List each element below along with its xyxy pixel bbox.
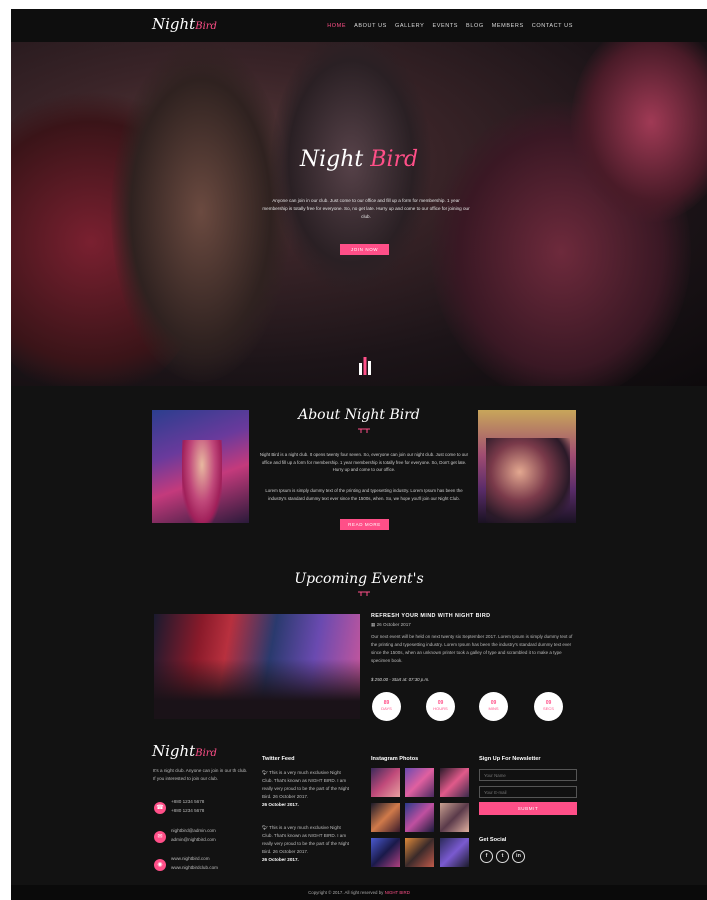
globe-icon: ◉: [154, 859, 166, 871]
footer-about-text: It's a night club. Anyone can join in ou…: [153, 768, 248, 781]
countdown-hours-unit: HOURS: [433, 706, 448, 711]
main-nav: HOME ABOUT US GALLERY EVENTS BLOG MEMBER…: [327, 23, 573, 29]
twitter-feed-title: Twitter Feed: [262, 756, 295, 762]
copyright-text: Copyright © 2017. All right reserved by: [308, 890, 384, 895]
logo-main: Night: [152, 15, 196, 33]
instagram-photo[interactable]: [405, 803, 434, 832]
footer-web-2[interactable]: www.nightbirdclub.com: [171, 864, 218, 872]
event-date-text: 26 October 2017: [376, 622, 411, 627]
tweet-2-text: This is a very much exclusive Night Club…: [262, 825, 350, 854]
calendar-icon: ▦: [371, 622, 376, 627]
about-photo-left: [152, 410, 249, 523]
tweet-1: 🐦︎ This is a very much exclusive Night C…: [262, 769, 350, 809]
newsletter-title: Sign Up For Newsletter: [479, 756, 541, 762]
footer-logo[interactable]: NightBird: [152, 742, 217, 760]
instagram-photo[interactable]: [371, 838, 400, 867]
instagram-photo[interactable]: [405, 838, 434, 867]
phone-icon: ☎: [154, 802, 166, 814]
tweet-1-text: This is a very much exclusive Night Club…: [262, 770, 350, 799]
instagram-title: Instagram Photos: [371, 756, 419, 762]
hero-text: Anyone can join in our club. Just come t…: [262, 198, 470, 219]
email-icon: ✉: [154, 831, 166, 843]
nav-events[interactable]: EVENTS: [432, 23, 458, 29]
instagram-photo[interactable]: [371, 768, 400, 797]
about-title: About Night Bird: [298, 407, 420, 423]
nav-about[interactable]: ABOUT US: [354, 23, 387, 29]
about-photo-left-figure: [182, 440, 222, 523]
nav-home[interactable]: HOME: [327, 23, 346, 29]
events-title-ornament: [358, 591, 370, 596]
newsletter-email-input[interactable]: [479, 786, 577, 798]
nav-gallery[interactable]: GALLERY: [395, 23, 424, 29]
events-title: Upcoming Event's: [294, 571, 424, 587]
site-header: NightBird HOME ABOUT US GALLERY EVENTS B…: [11, 9, 707, 42]
twitter-icon: 🐦︎: [262, 825, 268, 830]
instagram-photo[interactable]: [405, 768, 434, 797]
countdown-days: 89 DAYS: [372, 692, 401, 721]
countdown-days-unit: DAYS: [381, 706, 392, 711]
countdown-mins-unit: MINS: [488, 706, 499, 711]
countdown-mins: 09 MINS: [479, 692, 508, 721]
footer-phone-1: +880 1234 5678: [171, 799, 205, 804]
equalizer-icon: [359, 357, 371, 375]
event-photo-crowd: [154, 659, 360, 719]
logo-accent: Bird: [195, 21, 217, 32]
countdown-secs: 09 SECS: [534, 692, 563, 721]
footer-logo-accent: Bird: [195, 748, 217, 759]
instagram-photo[interactable]: [440, 803, 469, 832]
countdown-hours: 09 HOURS: [426, 692, 455, 721]
footer-phone-2: +880 1234 5678: [171, 808, 205, 813]
footer-email-2[interactable]: admin@nightbird.com: [171, 836, 216, 844]
event-date: ▦ 26 October 2017: [371, 622, 411, 628]
page: NightBird HOME ABOUT US GALLERY EVENTS B…: [11, 9, 707, 900]
about-paragraph-2: Lorem Ipsum is simply dummy text of the …: [265, 488, 463, 501]
footer-email-1[interactable]: nightbird@admin.com: [171, 827, 216, 835]
join-now-button[interactable]: JOIN NOW: [340, 244, 389, 255]
newsletter-name-input[interactable]: [479, 769, 577, 781]
hero-title-accent: Bird: [370, 147, 419, 172]
site-logo[interactable]: NightBird: [152, 15, 217, 33]
twitter-icon[interactable]: t: [496, 850, 509, 863]
nav-members[interactable]: MEMBERS: [492, 23, 524, 29]
event-price: $ 250.00 - Start at: 07:30 p.m.: [371, 677, 430, 682]
tweet-2-date: 26 October 2017.: [262, 857, 299, 862]
nav-blog[interactable]: BLOG: [466, 23, 484, 29]
about-photo-right: [478, 410, 576, 523]
newsletter-submit-button[interactable]: SUBMIT: [479, 802, 577, 815]
copyright-bar: Copyright © 2017. All right reserved by …: [11, 885, 707, 900]
social-title: Get Social: [479, 837, 507, 843]
about-title-ornament: [358, 428, 370, 433]
event-title[interactable]: REFRESH YOUR MIND WITH NIGHT BIRD: [371, 613, 490, 619]
twitter-icon: 🐦︎: [262, 770, 268, 775]
instagram-photo[interactable]: [440, 838, 469, 867]
instagram-photo[interactable]: [440, 768, 469, 797]
about-paragraph-1: Night Bird is a night club. It opens twe…: [259, 452, 469, 473]
event-description: Our next event will be held on next twen…: [371, 634, 573, 663]
read-more-button[interactable]: READ MORE: [340, 519, 389, 530]
about-photo-right-figures: [486, 438, 570, 523]
tweet-2: 🐦︎ This is a very much exclusive Night C…: [262, 824, 350, 864]
nav-contact[interactable]: CONTACT US: [532, 23, 573, 29]
hero-title-main: Night: [299, 147, 364, 172]
copyright-brand[interactable]: NIGHT BIRD: [385, 890, 410, 895]
footer-logo-main: Night: [152, 742, 196, 760]
footer-web-1[interactable]: www.nightbird.com: [171, 855, 210, 863]
event-photo: [154, 614, 360, 719]
tweet-1-date: 26 October 2017.: [262, 802, 299, 807]
instagram-photo[interactable]: [371, 803, 400, 832]
hero-title: Night Bird: [11, 147, 707, 172]
hero-section: Night Bird Anyone can join in our club. …: [11, 42, 707, 386]
facebook-icon[interactable]: f: [480, 850, 493, 863]
linkedin-icon[interactable]: in: [512, 850, 525, 863]
countdown-secs-unit: SECS: [543, 706, 554, 711]
